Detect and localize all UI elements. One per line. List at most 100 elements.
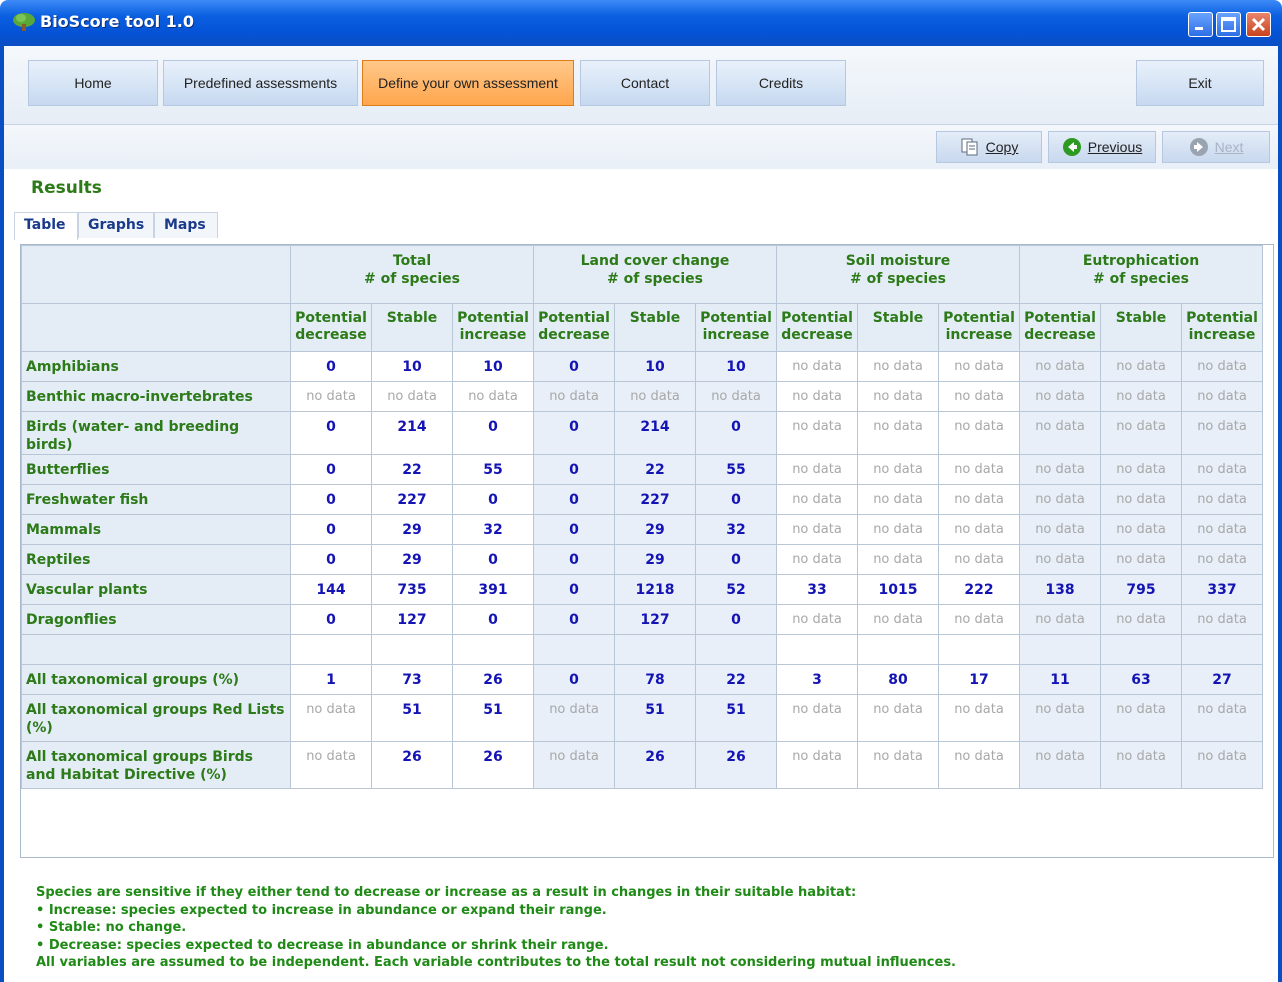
table-cell: 17 — [938, 664, 1020, 695]
table-cell: no data — [1100, 514, 1182, 545]
table-cell — [776, 634, 858, 665]
table-cell: 51 — [614, 694, 696, 742]
table-cell: no data — [1019, 694, 1101, 742]
table-cell — [938, 634, 1020, 665]
group-title: Eutrophication — [1082, 253, 1200, 269]
maximize-button[interactable] — [1216, 12, 1241, 37]
subheader-increase: Potential increase — [1181, 303, 1263, 352]
subheader-decrease: Potential decrease — [776, 303, 858, 352]
footnote-line: • Increase: species expected to increase… — [36, 902, 607, 918]
table-cell: 0 — [533, 664, 615, 695]
nav-define-own-button[interactable]: Define your own assessment — [362, 60, 574, 106]
group-title: Land cover change — [580, 253, 730, 269]
minimize-button[interactable] — [1188, 12, 1213, 37]
subheader-stable: Stable — [371, 303, 453, 352]
row-label: Mammals — [21, 514, 291, 545]
arrow-left-icon — [1062, 138, 1081, 156]
nav-credits-button[interactable]: Credits — [716, 60, 846, 106]
tab-graphs[interactable]: Graphs — [78, 212, 154, 238]
copy-label: Copy — [985, 139, 1019, 155]
table-cell: no data — [1181, 544, 1263, 575]
table-cell: 0 — [290, 544, 372, 575]
subheader-stable: Stable — [1100, 303, 1182, 352]
table-cell: no data — [1100, 454, 1182, 485]
table-cell: 78 — [614, 664, 696, 695]
table-row: Butterflies 0 22 55 0 22 55 no data no data no da… — [21, 454, 1263, 485]
close-icon — [1251, 17, 1266, 32]
table-cell: 22 — [371, 454, 453, 485]
copy-button[interactable]: Copy — [936, 131, 1042, 163]
subheader-label: Stable — [386, 310, 438, 326]
footnote: Species are sensitive if they either ten… — [36, 884, 956, 972]
table-cell: no data — [371, 381, 453, 412]
table-cell: 214 — [371, 411, 453, 455]
nav-contact-button[interactable]: Contact — [580, 60, 710, 106]
nav-predefined-button[interactable]: Predefined assessments — [163, 60, 358, 106]
nav-home-button[interactable]: Home — [28, 60, 158, 106]
row-label: Benthic macro-invertebrates — [21, 381, 291, 412]
table-cell: no data — [1181, 694, 1263, 742]
table-row: Mammals 0 29 32 0 29 32 no data no data no data no… — [21, 514, 1263, 545]
table-cell: no data — [290, 741, 372, 789]
subheader-label: Potential — [457, 310, 529, 326]
copy-icon — [961, 138, 978, 156]
table-cell: no data — [1181, 381, 1263, 412]
maximize-icon — [1221, 17, 1236, 32]
table-row: Amphibians 0 10 10 0 10 10 no data no data no dat… — [21, 351, 1263, 382]
table-cell: no data — [1019, 454, 1101, 485]
results-heading: Results — [31, 178, 102, 198]
table-cell: 0 — [452, 411, 534, 455]
table-cell: 22 — [695, 664, 777, 695]
table-cell: 3 — [776, 664, 858, 695]
table-cell: 227 — [614, 484, 696, 515]
table-cell: 1 — [290, 664, 372, 695]
table-cell — [452, 634, 534, 665]
subheader-label: Potential — [295, 310, 367, 326]
table-cell: no data — [776, 604, 858, 635]
table-cell: no data — [857, 454, 939, 485]
row-label: All taxonomical groups Birds and Habitat… — [21, 741, 291, 789]
window-border-right — [1278, 46, 1282, 982]
close-button[interactable] — [1246, 12, 1271, 37]
table-cell: no data — [1019, 604, 1101, 635]
arrow-right-icon — [1189, 138, 1208, 156]
previous-button[interactable]: Previous — [1048, 131, 1156, 163]
table-cell: no data — [1100, 411, 1182, 455]
group-subtitle: # of species — [364, 271, 460, 287]
subheader-label: Stable — [872, 310, 924, 326]
table-cell: 0 — [695, 411, 777, 455]
window-border-left — [0, 46, 4, 982]
table-cell: 29 — [614, 544, 696, 575]
table-cell: no data — [857, 484, 939, 515]
subheader-increase: Potential increase — [938, 303, 1020, 352]
title-bar[interactable]: BioScore tool 1.0 — [0, 0, 1282, 46]
table-cell: 26 — [452, 664, 534, 695]
row-label: Dragonflies — [21, 604, 291, 635]
next-label: Next — [1214, 139, 1244, 155]
results-table: Total # of species Land cover change # o… — [21, 245, 1263, 789]
next-button[interactable]: Next — [1162, 131, 1270, 163]
table-cell: 0 — [533, 574, 615, 605]
table-cell: 29 — [371, 544, 453, 575]
table-cell: no data — [857, 514, 939, 545]
table-cell — [695, 634, 777, 665]
table-cell: no data — [938, 484, 1020, 515]
tab-maps[interactable]: Maps — [154, 212, 218, 238]
row-label: All taxonomical groups Red Lists (%) — [21, 694, 291, 742]
table-cell: 32 — [695, 514, 777, 545]
exit-button[interactable]: Exit — [1136, 60, 1264, 106]
table-cell: 26 — [452, 741, 534, 789]
table-cell: 26 — [614, 741, 696, 789]
row-label: Reptiles — [21, 544, 291, 575]
row-label: Amphibians — [21, 351, 291, 382]
table-cell: 63 — [1100, 664, 1182, 695]
table-cell: 10 — [614, 351, 696, 382]
table-cell: no data — [857, 411, 939, 455]
table-cell: 0 — [452, 604, 534, 635]
table-cell: no data — [776, 741, 858, 789]
table-cell: no data — [857, 604, 939, 635]
table-cell: 144 — [290, 574, 372, 605]
subheader-label: Potential — [538, 310, 610, 326]
tab-table[interactable]: Table — [14, 212, 78, 240]
table-cell: 0 — [290, 604, 372, 635]
